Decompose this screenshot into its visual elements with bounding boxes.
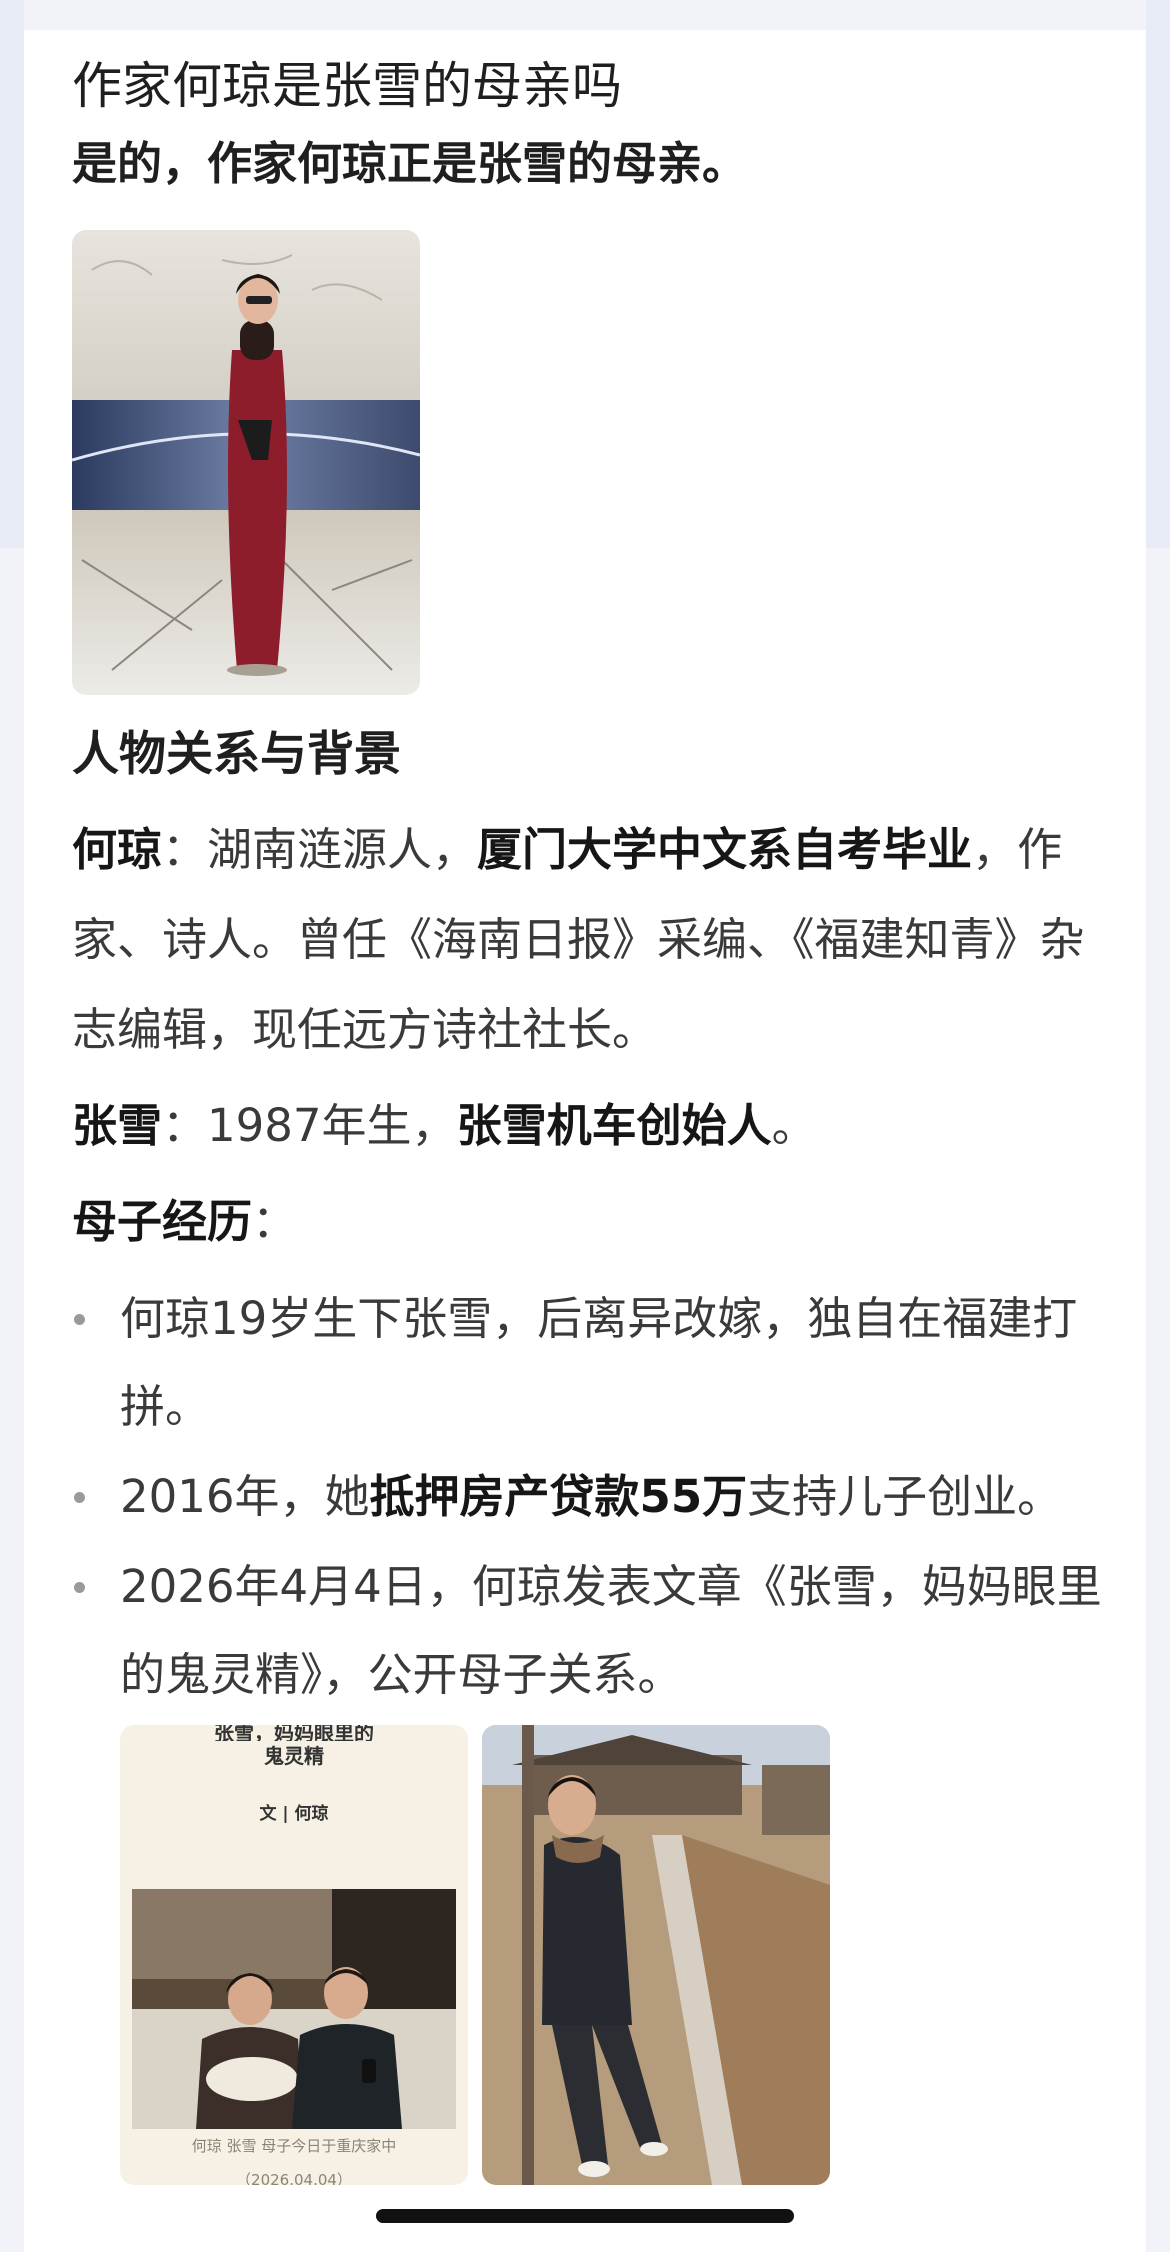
zhang-xue-company: 张雪机车创始人 [456, 1099, 772, 1152]
zhang-xue-paragraph: 张雪：1987年生，张雪机车创始人。 [72, 1081, 1112, 1171]
bullet-text-after: 支持儿子创业。 [747, 1470, 1063, 1523]
bullet-dot-icon [74, 1582, 85, 1593]
bullet-text: 2016年，她 [120, 1470, 370, 1523]
he-qiong-colon: ： [162, 823, 208, 876]
image-gallery: 张雪，妈妈眼里的 鬼灵精 文 | 何琼 何琼 张雪 母子今日于重庆家中 （202… [120, 1725, 1112, 2185]
bullet-text: 2026年4月4日，何琼发表文章《张雪，妈妈眼里的鬼灵精》，公开母子关系。 [120, 1560, 1102, 1701]
bullet-bold-text: 抵押房产贷款55万 [369, 1470, 748, 1523]
article-title-line-1: 张雪，妈妈眼里的 [214, 1725, 374, 1741]
home-indicator[interactable] [376, 2209, 794, 2223]
he-qiong-photo-image [72, 230, 420, 695]
list-item: 2016年，她抵押房产贷款55万支持儿子创业。 [72, 1453, 1112, 1541]
article-date: （2026.04.04） [236, 2171, 352, 2185]
experience-list: 何琼19岁生下张雪，后离异改嫁，独自在福建打拼。 2016年，她抵押房产贷款55… [72, 1275, 1112, 1719]
answer-card: 作家何琼是张雪的母亲吗 是的，作家何琼正是张雪的母亲。 人物关系与背景 何琼：湖… [24, 30, 1146, 2252]
right-background-band [1146, 0, 1170, 548]
he-qiong-paragraph: 何琼：湖南涟源人，厦门大学中文系自考毕业，作家、诗人。曾任《海南日报》采编、《福… [72, 805, 1112, 1075]
experience-heading: 母子经历： [72, 1177, 1112, 1267]
answer-content: 作家何琼是张雪的母亲吗 是的，作家何琼正是张雪的母亲。 人物关系与背景 何琼：湖… [72, 52, 1112, 2185]
bullet-dot-icon [74, 1492, 85, 1503]
left-background-band [0, 0, 24, 548]
experience-term: 母子经历 [72, 1195, 253, 1248]
bullet-text: 何琼19岁生下张雪，后离异改嫁，独自在福建打拼。 [120, 1292, 1078, 1433]
article-photo-caption: 何琼 张雪 母子今日于重庆家中 [191, 2137, 397, 2155]
zhang-xue-text-1: 1987年生， [207, 1099, 457, 1152]
zhang-xue-colon: ： [162, 1099, 208, 1152]
zhang-xue-photo-image [482, 1725, 830, 2185]
list-item: 2026年4月4日，何琼发表文章《张雪，妈妈眼里的鬼灵精》，公开母子关系。 [72, 1543, 1112, 1719]
mother-son-photo [132, 1889, 456, 2129]
he-qiong-term: 何琼 [72, 823, 163, 876]
zhang-xue-photo[interactable] [482, 1725, 830, 2185]
bullet-dot-icon [74, 1314, 85, 1325]
zhang-xue-text-2: 。 [771, 1099, 817, 1152]
experience-colon: ： [252, 1195, 298, 1248]
section-heading: 人物关系与背景 [72, 727, 401, 782]
answer-lead: 是的，作家何琼正是张雪的母亲。 [72, 137, 748, 190]
article-author: 文 | 何琼 [259, 1804, 329, 1824]
zhang-xue-term: 张雪 [72, 1099, 163, 1152]
article-title-line-2: 鬼灵精 [264, 1744, 324, 1768]
article-title: 张雪，妈妈眼里的 鬼灵精 [120, 1725, 468, 1771]
list-item: 何琼19岁生下张雪，后离异改嫁，独自在福建打拼。 [72, 1275, 1112, 1451]
he-qiong-text-1: 湖南涟源人， [207, 823, 478, 876]
question-title: 作家何琼是张雪的母亲吗 [72, 57, 622, 115]
he-qiong-photo[interactable] [72, 230, 420, 695]
article-thumbnail[interactable]: 张雪，妈妈眼里的 鬼灵精 文 | 何琼 何琼 张雪 母子今日于重庆家中 （202… [120, 1725, 468, 2185]
he-qiong-education: 厦门大学中文系自考毕业 [477, 823, 973, 876]
